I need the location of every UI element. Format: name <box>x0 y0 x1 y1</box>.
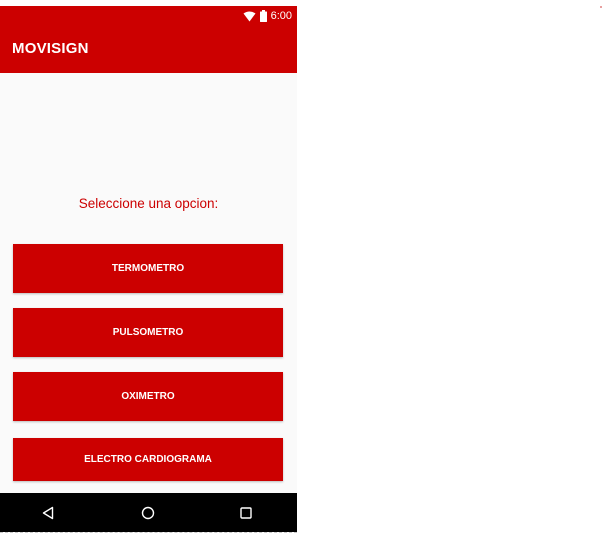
status-icons: 6:00 <box>243 10 292 22</box>
prompt-text: Seleccione una opcion: <box>78 196 219 211</box>
phone-screen: 6:00 MOVISIGN Seleccione una opcion: TER… <box>0 6 297 532</box>
app-title: MOVISIGN <box>12 40 89 57</box>
status-bar: 6:00 <box>0 6 297 28</box>
corner-marker <box>600 6 602 8</box>
recents-square-icon[interactable] <box>236 503 256 523</box>
battery-icon <box>259 10 267 22</box>
navigation-bar <box>0 493 297 532</box>
wifi-icon <box>243 11 256 22</box>
divider <box>0 532 297 534</box>
app-bar: MOVISIGN <box>0 28 297 73</box>
home-circle-icon[interactable] <box>138 503 158 523</box>
termometro-button[interactable]: TERMOMETRO <box>13 244 283 293</box>
pulsometro-button[interactable]: PULSOMETRO <box>13 308 283 357</box>
back-triangle-icon[interactable] <box>38 503 58 523</box>
electro-cardiograma-button[interactable]: ELECTRO CARDIOGRAMA <box>13 438 283 481</box>
oximetro-button[interactable]: OXIMETRO <box>13 372 283 421</box>
status-time: 6:00 <box>270 10 292 22</box>
